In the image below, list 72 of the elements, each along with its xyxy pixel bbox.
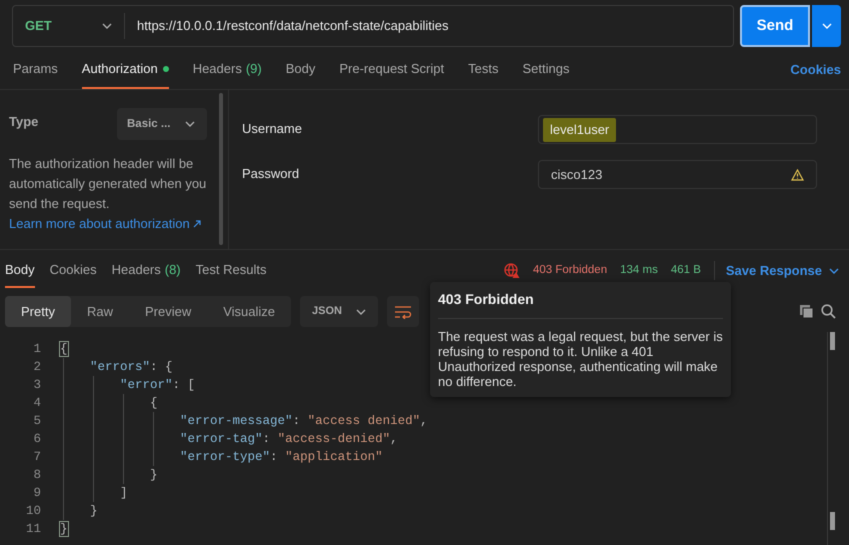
description-text: The authorization header will be automatically generated when you send the request. xyxy=(9,155,208,214)
search-icon[interactable] xyxy=(820,304,836,319)
wrap-lines-icon xyxy=(394,304,412,318)
scrollbar-thumb[interactable] xyxy=(830,512,835,530)
send-options-button[interactable] xyxy=(812,5,841,47)
tooltip-title: 403 Forbidden xyxy=(438,289,723,319)
line-number: 7 xyxy=(32,449,42,466)
line-number: 1 xyxy=(32,341,42,358)
code-line: { xyxy=(60,394,158,412)
response-tab[interactable]: Body xyxy=(5,254,35,288)
response-time[interactable]: 134 ms xyxy=(620,262,658,280)
chevron-down-icon xyxy=(829,268,839,274)
line-number: 2 xyxy=(32,359,42,376)
line-number: 3 xyxy=(32,377,42,394)
view-mode-tab[interactable]: Raw xyxy=(70,296,129,327)
chevron-down-icon xyxy=(102,23,112,29)
save-response-button[interactable]: Save Response xyxy=(714,260,839,280)
request-tab[interactable]: Tests xyxy=(468,50,498,90)
format-dropdown[interactable]: JSON xyxy=(300,296,378,327)
request-tab[interactable]: Params xyxy=(13,50,58,90)
line-number: 6 xyxy=(32,431,42,448)
code-line: "error-type": "application" xyxy=(60,448,383,466)
line-number: 4 xyxy=(32,395,42,412)
status-code[interactable]: 403 Forbidden xyxy=(532,262,608,280)
send-button[interactable]: Send xyxy=(740,5,810,47)
code-line: } xyxy=(60,466,158,484)
response-size[interactable]: 461 B xyxy=(670,262,701,280)
tooltip-text: The request was a legal request, but the server is refusing to respond to it. Unlike a 401 Unauthorized response, authenticating will make no difference. xyxy=(438,329,723,389)
globe-warning-icon xyxy=(504,262,520,278)
code-line: "error-tag": "access-denied", xyxy=(60,430,398,448)
request-tab[interactable]: Body xyxy=(286,50,316,90)
line-number: 10 xyxy=(24,503,42,520)
line-number: 11 xyxy=(24,521,42,538)
url-text[interactable]: https://10.0.0.1/restconf/data/netconf-state/capabilities xyxy=(125,16,448,36)
wrap-lines-button[interactable] xyxy=(387,296,420,327)
method-dropdown[interactable]: GET xyxy=(13,13,125,39)
response-tab[interactable]: Headers (8) xyxy=(112,254,181,288)
code-line: { xyxy=(60,341,68,358)
cookies-link[interactable]: Cookies xyxy=(790,50,841,90)
status-dot xyxy=(162,66,169,72)
username-field[interactable]: level1user xyxy=(538,115,817,144)
response-tab[interactable]: Test Results xyxy=(196,254,266,288)
view-mode-tab[interactable]: Visualize xyxy=(207,296,292,327)
scrollbar[interactable] xyxy=(219,93,223,246)
code-line: ] xyxy=(60,484,128,502)
code-line: "error-message": "access denied", xyxy=(60,412,428,430)
code-line: "errors": { xyxy=(60,358,173,376)
auth-type-dropdown[interactable]: Basic ... xyxy=(117,108,207,140)
field-label: Password xyxy=(242,164,300,182)
learn-more-link[interactable]: Learn more about authorization xyxy=(9,214,201,234)
code-line: } xyxy=(60,521,68,538)
chevron-down-icon xyxy=(185,121,195,128)
external-arrow-icon xyxy=(192,220,201,228)
view-mode-tab[interactable]: Pretty xyxy=(5,296,71,327)
code-line: "error": [ xyxy=(60,376,196,394)
view-mode-tab[interactable]: Preview xyxy=(128,296,208,327)
code-line: } xyxy=(60,502,98,520)
line-number: 9 xyxy=(32,485,42,502)
chevron-down-icon xyxy=(822,23,832,29)
request-tab[interactable]: Settings xyxy=(522,50,570,90)
copy-icon[interactable] xyxy=(799,304,814,319)
scrollbar-thumb[interactable] xyxy=(830,332,835,350)
line-number: 5 xyxy=(32,413,42,430)
password-field[interactable]: cisco123 xyxy=(538,160,817,190)
request-tab[interactable]: Pre-request Script xyxy=(339,50,444,90)
type-label: Type xyxy=(9,112,38,131)
line-number: 8 xyxy=(32,467,42,484)
request-tab[interactable]: Authorization xyxy=(82,50,169,90)
chevron-down-icon xyxy=(356,308,366,314)
response-tab[interactable]: Cookies xyxy=(50,254,97,288)
request-tab[interactable]: Headers (9) xyxy=(192,50,262,90)
field-label: Username xyxy=(242,120,303,138)
